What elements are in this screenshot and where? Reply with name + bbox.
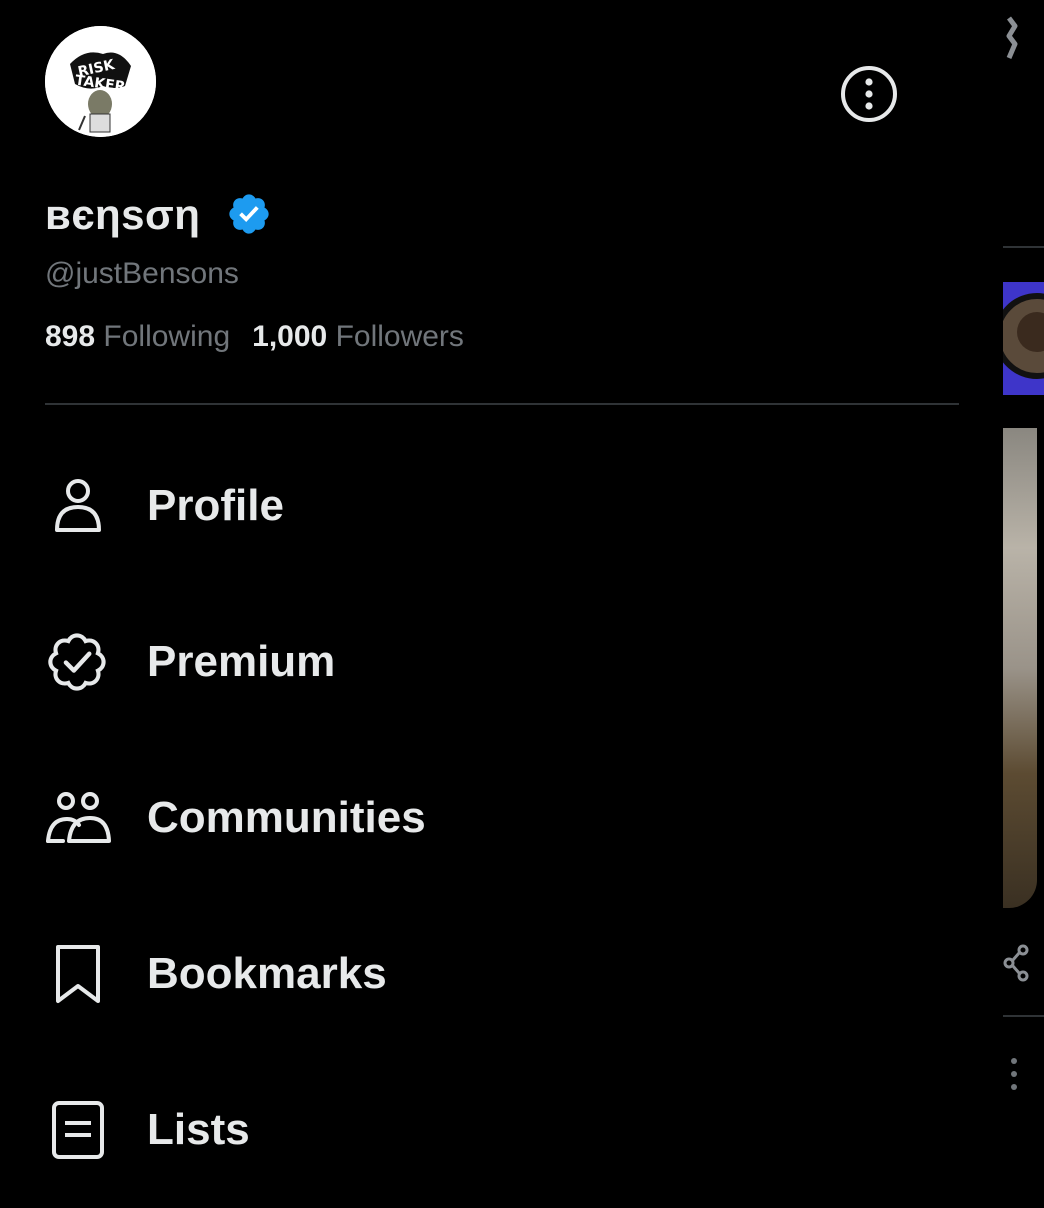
risk-takers-logo: RISK TAKERS xyxy=(45,26,156,137)
followers-stat[interactable]: 1,000 Followers xyxy=(252,320,464,353)
bookmark-icon xyxy=(45,941,111,1007)
followers-label: Followers xyxy=(335,320,464,353)
verified-badge-icon xyxy=(229,194,269,234)
divider xyxy=(1003,246,1044,248)
following-label: Following xyxy=(103,320,231,353)
more-options-button[interactable] xyxy=(840,65,898,123)
share-icon[interactable] xyxy=(1003,944,1031,982)
person-icon xyxy=(45,473,111,539)
menu-item-lists[interactable]: Lists xyxy=(0,1052,1003,1208)
menu-item-communities[interactable]: Communities xyxy=(0,740,1003,896)
timeline-peek xyxy=(1003,0,1044,1200)
divider xyxy=(45,403,959,405)
list-icon xyxy=(45,1097,111,1163)
tweet-author-avatar[interactable] xyxy=(1003,282,1044,395)
following-stat[interactable]: 898 Following xyxy=(45,320,230,353)
menu-item-profile[interactable]: Profile xyxy=(0,428,1003,584)
navigation-drawer: RISK TAKERS вєηѕση @justBensons 898 Foll… xyxy=(0,0,1003,1200)
avatar[interactable]: RISK TAKERS xyxy=(45,26,156,137)
menu-item-label: Bookmarks xyxy=(147,949,387,998)
chevron-icon xyxy=(1006,16,1018,59)
menu-item-label: Profile xyxy=(147,481,284,530)
following-count: 898 xyxy=(45,320,96,353)
followers-count: 1,000 xyxy=(252,320,328,353)
menu-item-label: Communities xyxy=(147,793,426,842)
tweet-media[interactable] xyxy=(1003,428,1037,908)
menu-item-premium[interactable]: Premium xyxy=(0,584,1003,740)
follow-stats: 898 Following 1,000 Followers xyxy=(45,318,464,356)
username-handle[interactable]: @justBensons xyxy=(45,255,239,293)
more-vertical-icon xyxy=(841,66,897,122)
divider xyxy=(1003,1015,1044,1017)
drawer-menu: Profile Premium Communities Bookmarks Li… xyxy=(0,428,1003,1208)
menu-item-bookmarks[interactable]: Bookmarks xyxy=(0,896,1003,1052)
menu-item-label: Lists xyxy=(147,1105,250,1154)
menu-item-label: Premium xyxy=(147,637,336,686)
people-icon xyxy=(45,785,111,851)
display-name[interactable]: вєηѕση xyxy=(45,188,200,242)
more-vertical-icon[interactable] xyxy=(1007,1056,1021,1092)
verified-badge-icon xyxy=(45,629,111,695)
